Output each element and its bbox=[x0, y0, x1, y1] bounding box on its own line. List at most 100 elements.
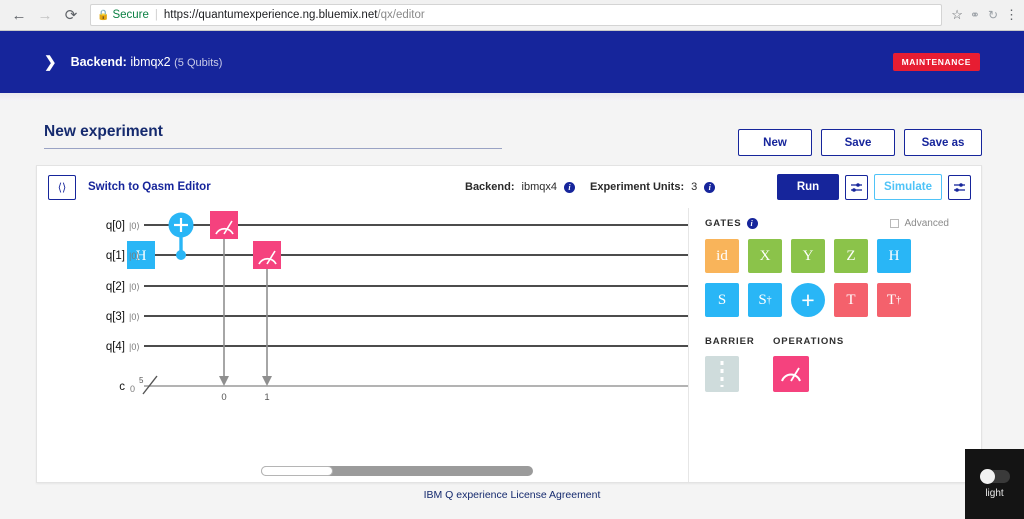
browser-toolbar: ← → ⟳ 🔒 Secure | https://quantumexperien… bbox=[0, 0, 1024, 31]
qubit-label-q1: q[1] bbox=[106, 250, 125, 262]
circuit-canvas[interactable]: H q[0] q[1] q[2] q[3] q[4] |0⟩ |0⟩ |0⟩ |… bbox=[37, 208, 688, 482]
qubit-state-q4: |0⟩ bbox=[129, 342, 140, 352]
measure-arrow-1 bbox=[262, 376, 272, 386]
advanced-toggle[interactable]: Advanced bbox=[889, 218, 949, 229]
run-button[interactable]: Run bbox=[777, 174, 839, 200]
gate-t-dagger-label: T bbox=[886, 291, 897, 308]
footer: IBM Q experience License Agreement bbox=[0, 489, 1024, 501]
qubit-label-q4: q[4] bbox=[106, 341, 125, 353]
units-info-icon[interactable]: i bbox=[704, 181, 716, 193]
run-settings-sliders-icon[interactable] bbox=[845, 174, 868, 200]
bookmark-star-icon[interactable]: ☆ bbox=[951, 7, 963, 23]
profile-icon[interactable]: ↻ bbox=[988, 8, 998, 22]
measure-arrow-0 bbox=[219, 376, 229, 386]
backend-name: ibmqx2 bbox=[130, 55, 171, 69]
light-toggle-switch[interactable] bbox=[979, 468, 1010, 484]
top-actions: New Save Save as bbox=[738, 129, 982, 156]
gates-info-icon[interactable]: i bbox=[746, 218, 758, 229]
qubit-state-q0: |0⟩ bbox=[129, 221, 140, 231]
gate-s[interactable]: S bbox=[705, 283, 739, 317]
kebab-menu-icon[interactable]: ⋮ bbox=[1005, 7, 1018, 23]
gate-t-dagger[interactable]: T † bbox=[877, 283, 911, 317]
toggle-knob bbox=[979, 468, 995, 484]
creg-tick-1: 1 bbox=[264, 392, 269, 403]
backend-banner[interactable]: ❯ Backend: ibmqx2 (5 Qubits) MAINTENANCE bbox=[0, 31, 1024, 93]
page-title: New experiment bbox=[44, 123, 502, 149]
backend-qubits: (5 Qubits) bbox=[174, 57, 223, 69]
experiment-meta: Backend: ibmqx4 i Experiment Units: 3 i bbox=[465, 181, 716, 193]
qubit-state-q3: |0⟩ bbox=[129, 312, 140, 322]
creg-value: 0 bbox=[130, 384, 135, 394]
dagger-glyph: † bbox=[896, 294, 902, 306]
barrier-operations-row bbox=[705, 356, 981, 392]
gate-cnot[interactable]: + bbox=[791, 283, 825, 317]
simulate-button[interactable]: Simulate bbox=[874, 174, 942, 200]
toolbar-backend-label: Backend: bbox=[465, 181, 515, 193]
measure-gate-q0 bbox=[210, 211, 238, 239]
omnibox-separator: | bbox=[154, 9, 158, 21]
sliders-icon bbox=[954, 182, 965, 192]
measure-gate-tile[interactable] bbox=[773, 356, 809, 392]
run-group: Run Simulate bbox=[777, 174, 971, 200]
gate-row-2: S S † + T T † bbox=[705, 283, 981, 317]
horizontal-scrollbar[interactable] bbox=[261, 466, 533, 476]
dagger-glyph: † bbox=[766, 294, 772, 306]
creg-width: 5 bbox=[139, 376, 144, 385]
simulate-settings-sliders-icon[interactable] bbox=[948, 174, 971, 200]
gates-palette: GATES i Advanced id X Y Z H S S † + T T † bbox=[688, 208, 981, 482]
forward-arrow-icon[interactable]: → bbox=[32, 2, 58, 28]
qubit-label-q0: q[0] bbox=[106, 220, 125, 232]
scrollbar-thumb[interactable] bbox=[261, 466, 333, 476]
status-badge: MAINTENANCE bbox=[892, 53, 980, 71]
sub-headings: BARRIER OPERATIONS bbox=[705, 336, 981, 347]
circuit-svg: H q[0] q[1] q[2] q[3] q[4] |0⟩ |0⟩ |0⟩ |… bbox=[106, 211, 688, 403]
creg-slash bbox=[142, 375, 158, 395]
measure-meter-icon bbox=[781, 367, 801, 382]
gate-s-dagger-label: S bbox=[758, 291, 767, 308]
gate-z[interactable]: Z bbox=[834, 239, 868, 273]
qubit-label-q3: q[3] bbox=[106, 311, 125, 323]
advanced-label: Advanced bbox=[904, 218, 949, 229]
backend-info-icon[interactable]: i bbox=[564, 181, 575, 193]
chevron-right-icon[interactable]: ❯ bbox=[44, 53, 57, 71]
secure-label: Secure bbox=[112, 9, 149, 21]
gate-x[interactable]: X bbox=[748, 239, 782, 273]
gate-row-1: id X Y Z H bbox=[705, 239, 981, 273]
banner-shadow bbox=[0, 93, 1024, 101]
qubit-state-q2: |0⟩ bbox=[129, 282, 140, 292]
gate-t-label: T bbox=[846, 291, 856, 308]
license-agreement-link[interactable]: IBM Q experience License Agreement bbox=[424, 489, 601, 501]
toolbar-backend-value: ibmqx4 bbox=[521, 181, 557, 193]
extension-icon[interactable]: ⚭ bbox=[970, 8, 980, 22]
back-arrow-icon[interactable]: ← bbox=[6, 2, 32, 28]
editor-card: ⟨⟩ Switch to Qasm Editor Backend: ibmqx4… bbox=[36, 165, 982, 483]
gates-heading: GATES bbox=[705, 218, 742, 229]
backend-label: Backend: bbox=[70, 55, 127, 69]
gate-id[interactable]: id bbox=[705, 239, 739, 273]
lock-icon: 🔒 bbox=[97, 9, 110, 21]
light-theme-widget[interactable]: light bbox=[965, 449, 1024, 519]
measure-gate-q1 bbox=[253, 241, 281, 269]
barrier-dashes bbox=[720, 361, 724, 387]
light-toggle-label: light bbox=[985, 487, 1004, 499]
qubit-state-q1: |0⟩ bbox=[129, 251, 140, 261]
new-button[interactable]: New bbox=[738, 129, 812, 156]
gate-s-label: S bbox=[717, 291, 727, 308]
backend-info: Backend: ibmqx2 (5 Qubits) bbox=[71, 55, 223, 69]
reload-icon[interactable]: ⟳ bbox=[58, 2, 84, 28]
save-button[interactable]: Save bbox=[821, 129, 895, 156]
gate-y[interactable]: Y bbox=[791, 239, 825, 273]
address-bar[interactable]: 🔒 Secure | https://quantumexperience.ng.… bbox=[90, 4, 943, 26]
save-as-button[interactable]: Save as bbox=[904, 129, 982, 156]
url-path: /qx/editor bbox=[377, 9, 425, 21]
barrier-heading: BARRIER bbox=[705, 336, 755, 347]
page-body: New experiment New Save Save as ⟨⟩ Switc… bbox=[0, 101, 1024, 519]
switch-to-qasm-editor-link[interactable]: Switch to Qasm Editor bbox=[88, 181, 211, 193]
code-brackets-icon[interactable]: ⟨⟩ bbox=[48, 174, 76, 200]
barrier-icon[interactable] bbox=[705, 356, 739, 392]
qubit-label-q2: q[2] bbox=[106, 281, 125, 293]
advanced-checkbox[interactable] bbox=[889, 219, 899, 228]
gate-s-dagger[interactable]: S † bbox=[748, 283, 782, 317]
gate-h[interactable]: H bbox=[877, 239, 911, 273]
gate-t[interactable]: T bbox=[834, 283, 868, 317]
